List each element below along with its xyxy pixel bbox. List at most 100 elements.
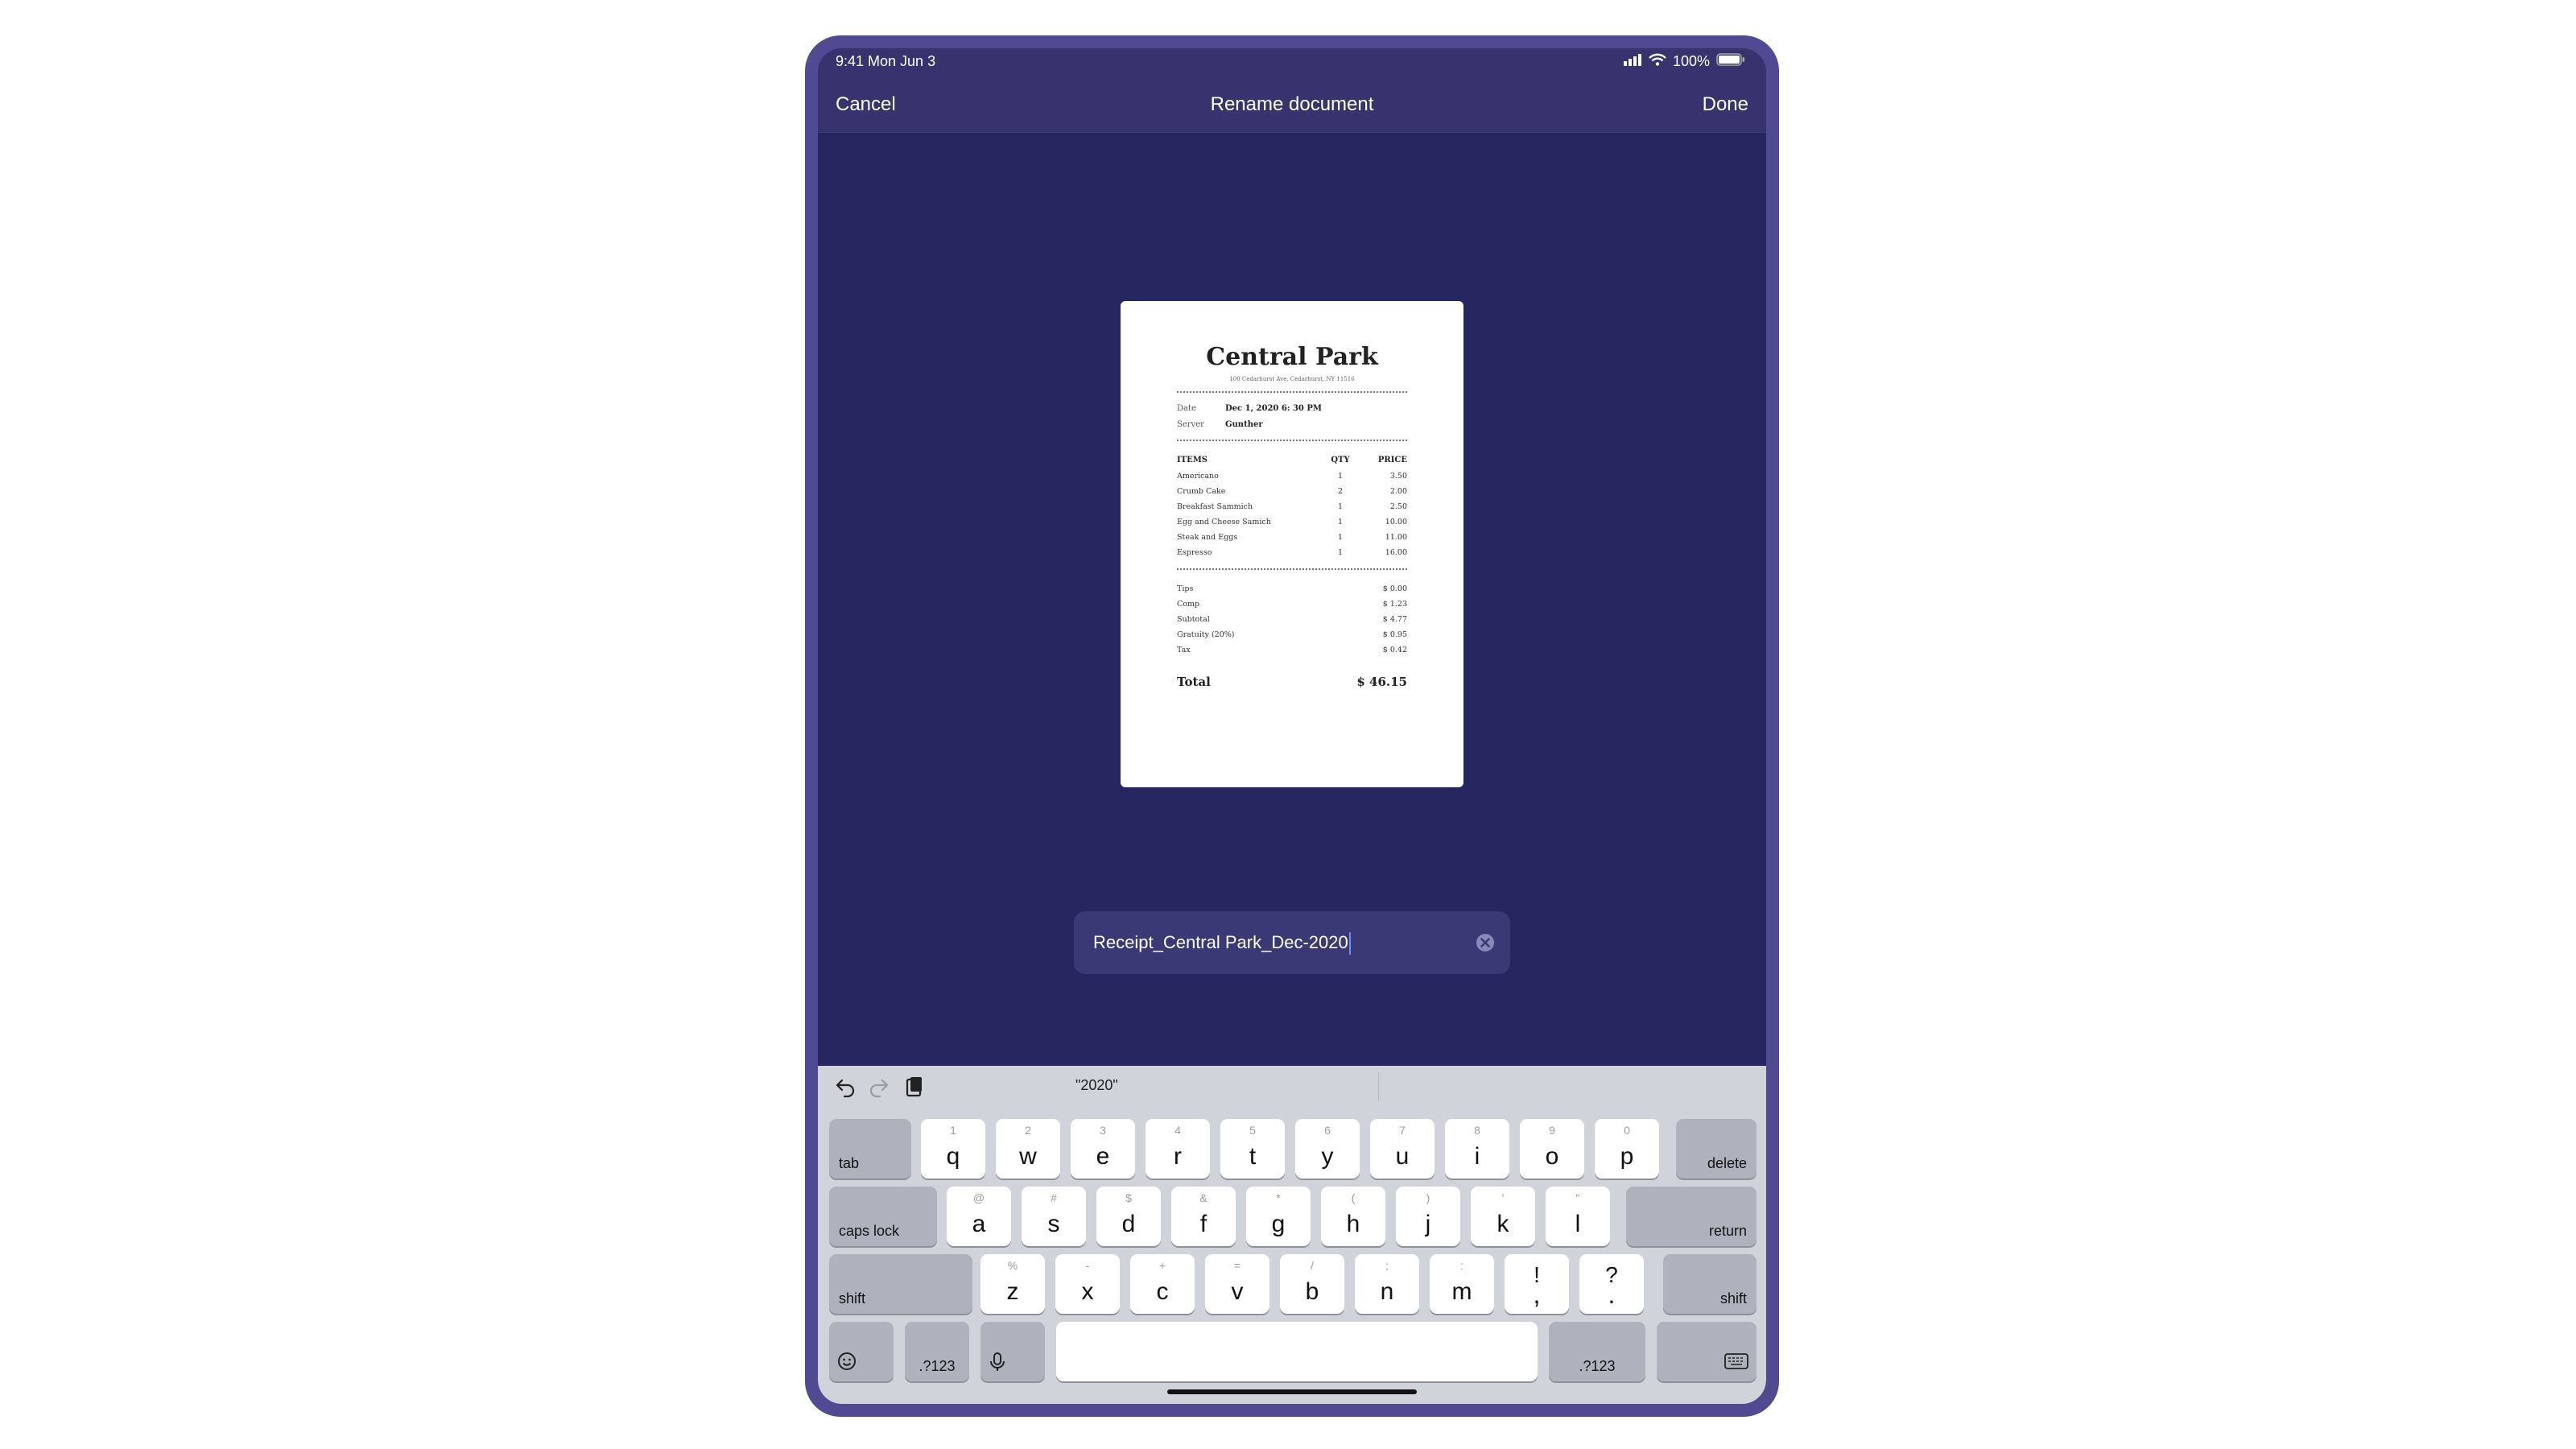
key-s[interactable]: # s [1022, 1187, 1086, 1246]
key-alt-char: / [1311, 1259, 1314, 1272]
key-y[interactable]: 6y [1295, 1119, 1360, 1179]
redo-icon[interactable] [868, 1075, 890, 1102]
hide-keyboard-key[interactable] [1657, 1322, 1757, 1381]
items-header: ITEMS [1177, 456, 1208, 464]
key-alt-char: ) [1426, 1191, 1430, 1204]
autocorrect-suggestion[interactable]: "2020" [1075, 1077, 1118, 1094]
key-l[interactable]: " l [1546, 1187, 1610, 1246]
key-char: q [946, 1143, 960, 1170]
key-alt-char: 2 [1025, 1124, 1031, 1137]
key-w[interactable]: 2w [996, 1119, 1060, 1179]
key-i[interactable]: 8i [1445, 1119, 1509, 1179]
key-a[interactable]: @ a [947, 1187, 1011, 1246]
key-z[interactable]: % z [980, 1254, 1045, 1314]
key-alt-char: ( [1351, 1191, 1356, 1204]
item-name: Americano [1177, 472, 1219, 481]
summary-value: $ 0.95 [1382, 630, 1407, 639]
status-indicators: 100% [1623, 53, 1745, 70]
key-k[interactable]: ' k [1471, 1187, 1535, 1246]
numbers-key-right[interactable]: .?123 [1549, 1322, 1645, 1381]
done-button[interactable]: Done [1703, 93, 1748, 116]
filename-input[interactable]: Receipt_Central Park_Dec-2020 [1074, 911, 1510, 974]
caps-lock-key[interactable]: caps lock [829, 1187, 937, 1246]
key-f[interactable]: & f [1171, 1187, 1236, 1246]
key-g[interactable]: * g [1246, 1187, 1311, 1246]
undo-icon[interactable] [834, 1075, 857, 1102]
summary-value: $ 4.77 [1382, 615, 1407, 624]
receipt-divider [1177, 391, 1407, 393]
price-header: PRICE [1377, 456, 1407, 464]
key-u[interactable]: 7u [1370, 1119, 1435, 1179]
filename-text: Receipt_Central Park_Dec-2020 [1093, 932, 1351, 956]
key-b[interactable]: / b [1280, 1254, 1344, 1314]
key-r[interactable]: 4r [1146, 1119, 1210, 1179]
space-bar[interactable] [1056, 1322, 1538, 1381]
shift-label: shift [839, 1290, 866, 1307]
return-key-label: return [1708, 1223, 1747, 1239]
key-o[interactable]: 9o [1520, 1119, 1584, 1179]
key-alt-char: 3 [1100, 1124, 1106, 1137]
exclamation-comma-key[interactable]: !, [1505, 1254, 1569, 1314]
microphone-icon [989, 1352, 1006, 1377]
home-indicator [1167, 1389, 1417, 1394]
item-price: 16.00 [1385, 548, 1407, 557]
key-alt-char: 7 [1399, 1124, 1406, 1137]
key-q[interactable]: 1q [921, 1119, 985, 1179]
key-x[interactable]: -x [1055, 1254, 1120, 1314]
receipt-date-value: Dec 1, 2020 6: 30 PM [1225, 404, 1322, 413]
key-alt-char: " [1575, 1191, 1580, 1204]
key-alt-char: 4 [1174, 1124, 1181, 1137]
key-char: b [1305, 1278, 1319, 1305]
key-alt-char: : [1460, 1259, 1463, 1272]
key-alt-char: ; [1385, 1259, 1389, 1272]
paste-icon[interactable] [903, 1075, 926, 1102]
wifi-icon [1649, 53, 1666, 70]
key-char: s [1047, 1211, 1060, 1237]
key-char: d [1121, 1211, 1136, 1237]
question-period-key[interactable]: ?. [1579, 1254, 1644, 1314]
key-m[interactable]: :m [1430, 1254, 1494, 1314]
dictation-key[interactable] [980, 1322, 1045, 1381]
key-d[interactable]: $ d [1096, 1187, 1161, 1246]
key-alt-char: 5 [1249, 1124, 1256, 1137]
item-qty: 1 [1337, 533, 1344, 542]
return-key[interactable]: return [1626, 1187, 1757, 1246]
suggestion-divider [1378, 1072, 1379, 1101]
filename-value: Receipt_Central Park_Dec-2020 [1093, 932, 1348, 952]
right-shift-key[interactable]: shift [1663, 1254, 1757, 1314]
key-alt-char: 8 [1474, 1124, 1480, 1137]
key-char: n [1380, 1278, 1394, 1305]
key-char: t [1249, 1143, 1257, 1170]
key-c[interactable]: + c [1130, 1254, 1195, 1314]
key-n[interactable]: ; n [1355, 1254, 1419, 1314]
key-t[interactable]: 5t [1220, 1119, 1285, 1179]
key-char: p [1620, 1143, 1634, 1170]
summary-label: Gratuity (20%) [1177, 630, 1235, 639]
left-shift-key[interactable]: shift [829, 1254, 972, 1314]
receipt-address: 100 Cedarhurst Ave, Cedarhurst, NY 11516 [1229, 376, 1355, 382]
key-alt-char: * [1276, 1191, 1281, 1204]
emoji-key[interactable] [829, 1322, 894, 1381]
item-name: Breakfast Sammich [1177, 502, 1253, 511]
cellular-signal-icon [1623, 53, 1642, 70]
on-screen-keyboard: "2020" tab 1q2w3e4r5t6y7u8i9o0p delete c… [818, 1066, 1766, 1404]
key-char: l [1575, 1211, 1581, 1237]
key-j[interactable]: ) j [1396, 1187, 1460, 1246]
tab-key[interactable]: tab [829, 1119, 911, 1179]
item-name: Crumb Cake [1177, 487, 1226, 496]
key-e[interactable]: 3e [1071, 1119, 1135, 1179]
status-bar: 9:41 Mon Jun 3 100% [818, 48, 1766, 77]
key-char: u [1395, 1143, 1410, 1170]
key-alt-char: - [1085, 1259, 1090, 1272]
key-p[interactable]: 0p [1595, 1119, 1659, 1179]
key-h[interactable]: (h [1321, 1187, 1385, 1246]
key-v[interactable]: = v [1205, 1254, 1269, 1314]
total-label: Total [1177, 675, 1211, 689]
key-alt-char: 0 [1624, 1124, 1630, 1137]
clear-text-icon[interactable] [1475, 932, 1496, 957]
emoji-icon [837, 1352, 857, 1375]
delete-key[interactable]: delete [1676, 1119, 1757, 1179]
numbers-key[interactable]: .?123 [905, 1322, 969, 1381]
item-price: 10.00 [1385, 518, 1407, 526]
page-title: Rename document [1210, 93, 1374, 115]
